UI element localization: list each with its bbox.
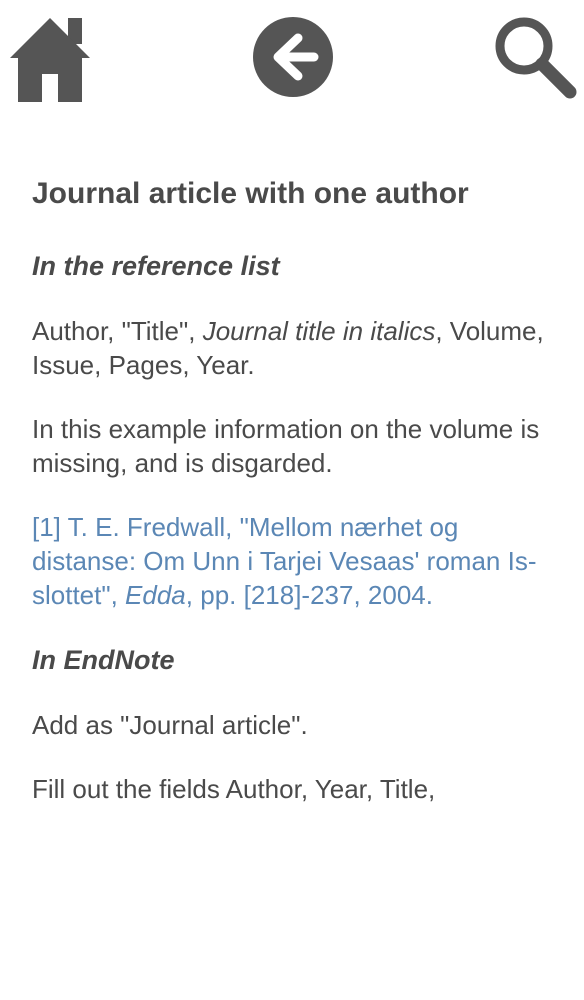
section-heading-reference-list: In the reference list [32, 251, 280, 281]
reference-format-italic: Journal title in italics [202, 316, 436, 346]
back-arrow-icon [253, 17, 333, 97]
reference-format: Author, "Title", Journal title in italic… [32, 314, 562, 382]
reference-example-part2: , pp. [218]-237, 2004. [185, 580, 433, 610]
missing-info-note: In this example information on the volum… [32, 414, 540, 478]
magnifier-icon [495, 17, 577, 99]
search-button[interactable] [492, 14, 582, 104]
reference-example-italic: Edda [125, 580, 186, 610]
home-button[interactable] [8, 16, 98, 106]
reference-format-part1: Author, "Title", [32, 316, 203, 346]
endnote-add-instruction: Add as "Journal article". [32, 710, 308, 740]
house-icon [10, 18, 90, 102]
endnote-fill-instruction: Fill out the fields Author, Year, Title, [32, 774, 436, 804]
section-heading-endnote: In EndNote [32, 645, 175, 675]
article-content: Journal article with one author In the r… [32, 172, 562, 806]
page-title: Journal article with one author [32, 177, 469, 210]
toolbar [0, 0, 584, 110]
back-button[interactable] [250, 14, 340, 104]
reference-example: [1] T. E. Fredwall, "Mellom nærhet og di… [32, 510, 562, 612]
